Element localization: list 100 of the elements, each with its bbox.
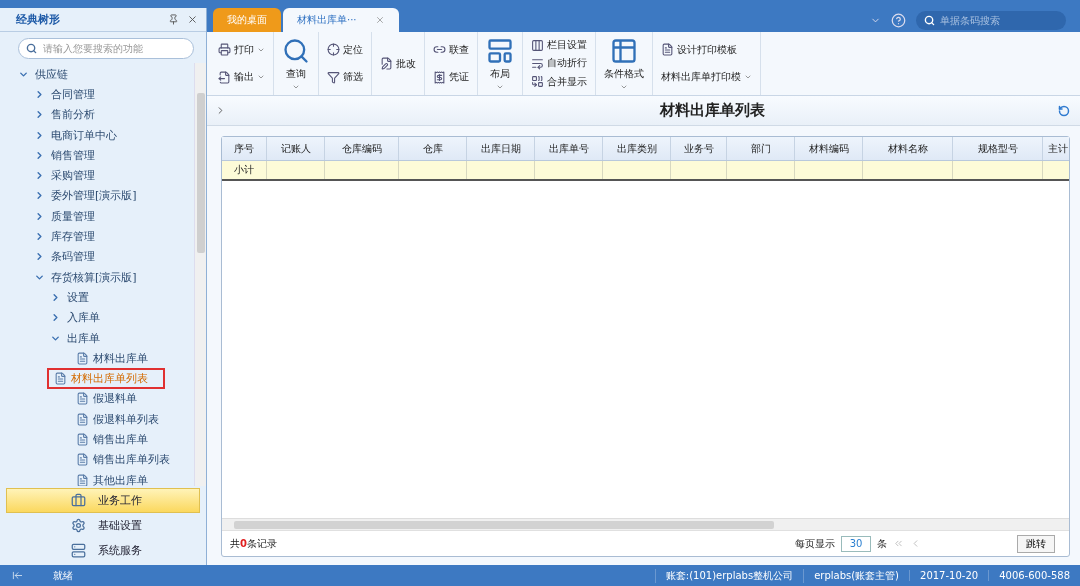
toolbar-button[interactable]: 定位: [325, 41, 365, 58]
column-header[interactable]: 仓库: [399, 137, 467, 160]
tree-item[interactable]: 电商订单中心: [51, 127, 117, 143]
toolbar-button[interactable]: 输出: [216, 69, 267, 86]
document-icon: [53, 372, 67, 386]
page-title: 材料出库单列表: [658, 101, 766, 120]
tree-item[interactable]: 材料出库单: [75, 350, 148, 366]
nav-item[interactable]: 业务工作: [6, 488, 200, 513]
panel-title: 经典树形: [16, 12, 61, 27]
close-icon[interactable]: [374, 15, 385, 25]
page-size-unit: 条: [877, 536, 887, 551]
tree-item[interactable]: 委外管理[演示版]: [51, 188, 137, 204]
account-info: 账套:(101)erplabs整机公司: [654, 568, 804, 583]
toolbar-button[interactable]: 设计打印模板: [659, 41, 754, 58]
nav-item[interactable]: 系统服务: [6, 538, 200, 563]
column-header[interactable]: 主计: [1043, 137, 1069, 160]
column-header[interactable]: 出库类别: [603, 137, 671, 160]
nav-item[interactable]: 基础设置: [6, 513, 200, 538]
toolbar-button[interactable]: 凭证: [431, 69, 471, 86]
toolbar-button[interactable]: 打印: [216, 41, 267, 58]
tree-item[interactable]: 销售出库单列表: [75, 452, 170, 468]
tree-item[interactable]: 假退料单列表: [75, 411, 159, 427]
tree-item[interactable]: 合同管理: [51, 86, 95, 102]
scrollbar[interactable]: [194, 63, 206, 486]
search-icon: [26, 43, 37, 54]
template-icon: [661, 43, 674, 57]
chevron-right-icon[interactable]: [50, 312, 61, 324]
search-icon: [282, 36, 310, 65]
column-header[interactable]: 材料名称: [863, 137, 953, 160]
toolbar-button[interactable]: 批改: [378, 55, 418, 72]
tree-item[interactable]: 条码管理: [51, 249, 95, 265]
tab[interactable]: 材料出库单···: [283, 8, 399, 32]
search-field[interactable]: 单据条码搜索: [916, 10, 1066, 30]
columns-icon: [531, 38, 544, 52]
document-icon: [75, 433, 89, 446]
record-count: 共0条记录: [230, 536, 277, 551]
chevron-right-icon[interactable]: [34, 88, 45, 100]
chevron-right-icon[interactable]: [34, 109, 45, 121]
tree-item[interactable]: 出库单: [67, 330, 100, 346]
collapse-icon[interactable]: [12, 570, 23, 581]
chevron-right-icon[interactable]: [34, 190, 45, 202]
tree-item[interactable]: 设置: [67, 289, 89, 305]
chevron-right-icon[interactable]: [34, 129, 45, 141]
voucher-icon: [433, 70, 446, 84]
filter-icon: [327, 70, 340, 84]
column-header[interactable]: 材料编码: [795, 137, 863, 160]
column-header[interactable]: 业务号: [671, 137, 727, 160]
chevron-right-icon[interactable]: [34, 149, 45, 161]
toolbar-button[interactable]: 合并显示: [529, 73, 589, 90]
column-header[interactable]: 部门: [727, 137, 795, 160]
page-size-field[interactable]: 30: [841, 535, 871, 552]
pin-icon[interactable]: [168, 14, 179, 25]
toolbar-button[interactable]: 栏目设置: [529, 37, 589, 54]
column-header[interactable]: 仓库编码: [325, 137, 399, 160]
column-header[interactable]: 出库日期: [467, 137, 535, 160]
refresh-icon[interactable]: [1058, 104, 1070, 117]
horizontal-scrollbar[interactable]: [222, 518, 1069, 530]
tree-item[interactable]: 售前分析: [51, 107, 95, 123]
column-header[interactable]: 规格型号: [953, 137, 1043, 160]
tree-item[interactable]: 销售出库单: [75, 432, 148, 447]
chevron-right-icon[interactable]: [34, 210, 45, 222]
tree-item[interactable]: 存货核算[演示版]: [51, 269, 137, 285]
tree-item[interactable]: 采购管理: [51, 168, 95, 184]
layout-icon: [486, 36, 514, 65]
briefcase-icon: [71, 493, 86, 508]
export-icon: [218, 70, 231, 84]
document-icon: [75, 392, 89, 406]
toolbar-button[interactable]: 布局: [484, 34, 516, 93]
jump-button[interactable]: 跳转: [1017, 534, 1055, 553]
table-cell: 小计: [222, 161, 267, 179]
toolbar-button[interactable]: 筛选: [325, 69, 365, 86]
date-text: 2017-10-20: [909, 570, 989, 581]
tree-item[interactable]: 质量管理: [51, 208, 95, 224]
tree-item[interactable]: 入库单: [67, 310, 100, 326]
search-field[interactable]: 请输入您要搜索的功能: [18, 38, 194, 59]
chevron-right-icon[interactable]: [34, 170, 45, 182]
document-icon: [75, 473, 89, 486]
chevron-right-icon[interactable]: [50, 291, 61, 303]
close-icon[interactable]: [187, 14, 198, 25]
toolbar-button[interactable]: 条件格式: [602, 34, 646, 93]
tree-item[interactable]: 库存管理: [51, 229, 95, 244]
help-icon[interactable]: [891, 12, 906, 28]
wrap-text-icon: [531, 57, 544, 70]
toolbar-button[interactable]: 自动折行: [529, 55, 589, 72]
tree-item[interactable]: 假退料单: [75, 391, 137, 407]
gear-icon: [71, 518, 86, 533]
column-header[interactable]: 出库单号: [535, 137, 603, 160]
chevron-right-icon[interactable]: [34, 231, 45, 242]
tree-item[interactable]: 供应链: [35, 66, 68, 82]
phone-number: 4006-600-588: [988, 570, 1080, 581]
tree-item[interactable]: 其他出库单: [75, 472, 148, 486]
toolbar-button[interactable]: 查询: [280, 34, 312, 93]
column-header[interactable]: 记账人: [267, 137, 325, 160]
page-size-label: 每页显示: [795, 536, 835, 551]
toolbar-button[interactable]: 联查: [431, 41, 471, 58]
chevron-right-icon[interactable]: [34, 251, 45, 263]
toolbar-button[interactable]: 材料出库单打印模: [659, 69, 754, 86]
status-text: 就绪: [53, 568, 74, 583]
column-header[interactable]: 序号: [222, 137, 267, 160]
tree-item[interactable]: 销售管理: [51, 147, 95, 163]
